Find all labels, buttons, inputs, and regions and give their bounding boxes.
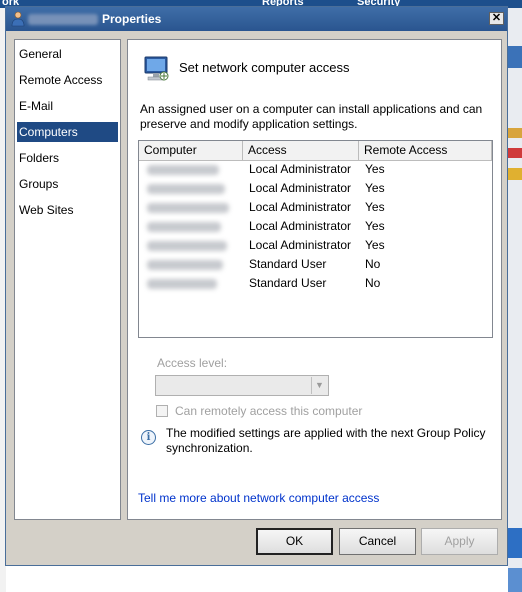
remote-access-cell: Yes (365, 200, 385, 214)
redacted-computer-name (147, 241, 227, 251)
nav-item-folders[interactable]: Folders (17, 148, 118, 168)
computer-list[interactable]: Computer Access Remote Access Local Admi… (138, 140, 493, 338)
background-app-right (508, 8, 522, 592)
remote-access-cell: Yes (365, 162, 385, 176)
access-level-label: Access level: (157, 356, 228, 370)
panel-description: An assigned user on a computer can insta… (140, 102, 483, 131)
access-cell: Local Administrator (249, 238, 352, 252)
remote-access-cell: No (365, 257, 381, 271)
redacted-computer-name (147, 222, 221, 232)
table-row[interactable]: Local Administrator Yes (139, 179, 492, 198)
cancel-button[interactable]: Cancel (339, 528, 416, 555)
column-header-computer[interactable]: Computer (139, 141, 243, 160)
table-row[interactable]: Local Administrator Yes (139, 236, 492, 255)
access-cell: Local Administrator (249, 162, 352, 176)
nav-item-web-sites[interactable]: Web Sites (17, 200, 118, 220)
remote-access-cell: Yes (365, 238, 385, 252)
access-cell: Local Administrator (249, 219, 352, 233)
info-text: The modified settings are applied with t… (166, 426, 486, 455)
access-level-select[interactable]: ▼ (155, 375, 329, 396)
access-cell: Standard User (249, 257, 327, 271)
table-row[interactable]: Standard User No (139, 274, 492, 293)
panel-title: Set network computer access (179, 60, 350, 75)
access-cell: Standard User (249, 276, 327, 290)
nav-item-general[interactable]: General (17, 44, 118, 64)
access-cell: Local Administrator (249, 200, 352, 214)
title-bar[interactable]: Properties ✕ (6, 7, 507, 31)
nav-item-email[interactable]: E-Mail (17, 96, 118, 116)
dialog-body: General Remote Access E-Mail Computers F… (6, 31, 507, 565)
nav-item-groups[interactable]: Groups (17, 174, 118, 194)
redacted-computer-name (147, 279, 217, 289)
redacted-computer-name (147, 184, 225, 194)
user-icon (11, 11, 25, 27)
redacted-computer-name (147, 203, 229, 213)
computers-panel: Set network computer access An assigned … (127, 39, 502, 520)
redacted-computer-name (147, 165, 219, 175)
close-button[interactable]: ✕ (489, 12, 504, 25)
window-title: Properties (102, 12, 162, 26)
remote-access-checkbox-label: Can remotely access this computer (175, 404, 363, 418)
remote-access-cell: Yes (365, 219, 385, 233)
remote-access-cell: Yes (365, 181, 385, 195)
remote-access-checkbox[interactable] (156, 405, 168, 417)
column-header-remote-access[interactable]: Remote Access (359, 141, 492, 160)
nav-item-remote-access[interactable]: Remote Access (17, 70, 118, 90)
redacted-computer-name (147, 260, 223, 270)
properties-dialog: Properties ✕ General Remote Access E-Mai… (5, 6, 508, 566)
remote-access-cell: No (365, 276, 381, 290)
redacted-user-name (28, 14, 98, 25)
ok-button[interactable]: OK (256, 528, 333, 555)
apply-button[interactable]: Apply (421, 528, 498, 555)
chevron-down-icon[interactable]: ▼ (311, 377, 327, 394)
network-computer-icon (144, 56, 169, 81)
list-header: Computer Access Remote Access (139, 141, 492, 161)
help-link[interactable]: Tell me more about network computer acce… (138, 491, 379, 505)
table-row[interactable]: Local Administrator Yes (139, 198, 492, 217)
nav-item-computers[interactable]: Computers (17, 122, 118, 142)
table-row[interactable]: Standard User No (139, 255, 492, 274)
access-cell: Local Administrator (249, 181, 352, 195)
table-row[interactable]: Local Administrator Yes (139, 217, 492, 236)
property-nav: General Remote Access E-Mail Computers F… (14, 39, 121, 520)
column-header-access[interactable]: Access (243, 141, 359, 160)
table-row[interactable]: Local Administrator Yes (139, 160, 492, 179)
info-icon: i (141, 430, 156, 445)
